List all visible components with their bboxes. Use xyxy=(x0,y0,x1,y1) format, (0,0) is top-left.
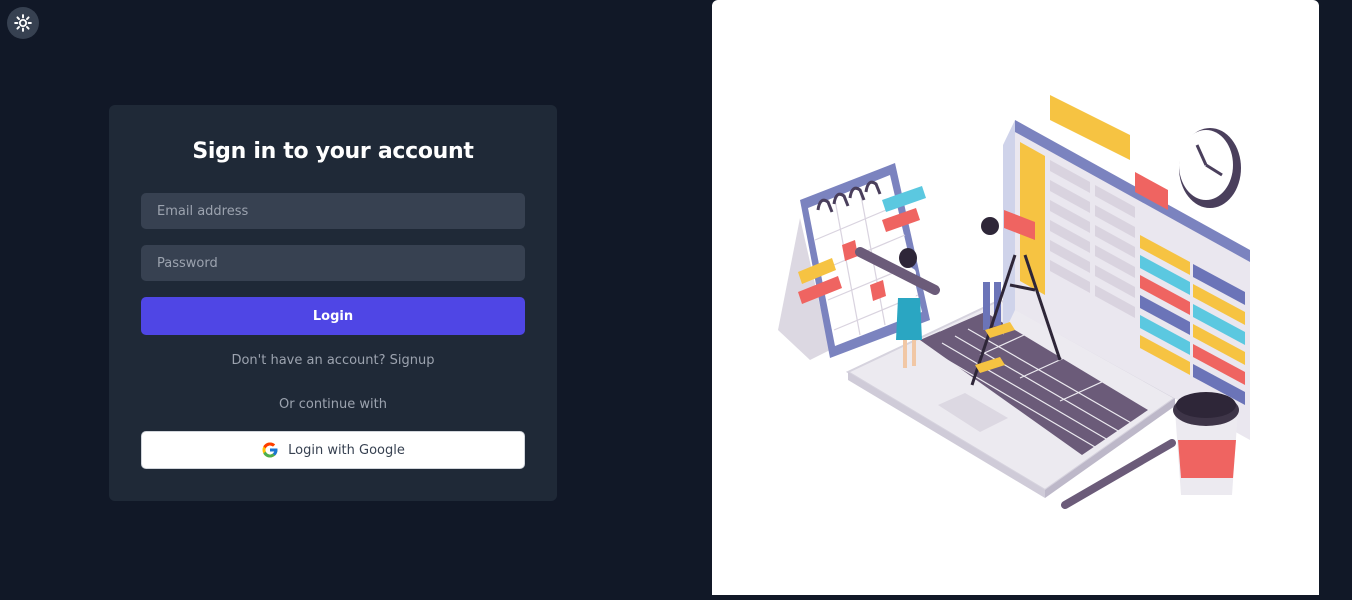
google-login-button[interactable]: Login with Google xyxy=(141,431,525,469)
page-title: Sign in to your account xyxy=(192,139,474,164)
signup-prompt-text: Don't have an account? xyxy=(231,353,386,368)
password-field[interactable] xyxy=(141,245,525,281)
email-field[interactable] xyxy=(141,193,525,229)
continue-with-label: Or continue with xyxy=(279,397,387,412)
signup-prompt: Don't have an account? Signup xyxy=(109,353,557,368)
signup-link[interactable]: Signup xyxy=(390,353,435,368)
google-login-label: Login with Google xyxy=(288,442,405,458)
sun-icon xyxy=(14,14,32,32)
login-button[interactable]: Login xyxy=(141,297,525,335)
illustration-panel xyxy=(712,0,1319,595)
theme-toggle-button[interactable] xyxy=(7,7,39,39)
google-logo-icon xyxy=(262,442,278,458)
isometric-calendar-spreadsheet-illustration xyxy=(778,95,1250,509)
